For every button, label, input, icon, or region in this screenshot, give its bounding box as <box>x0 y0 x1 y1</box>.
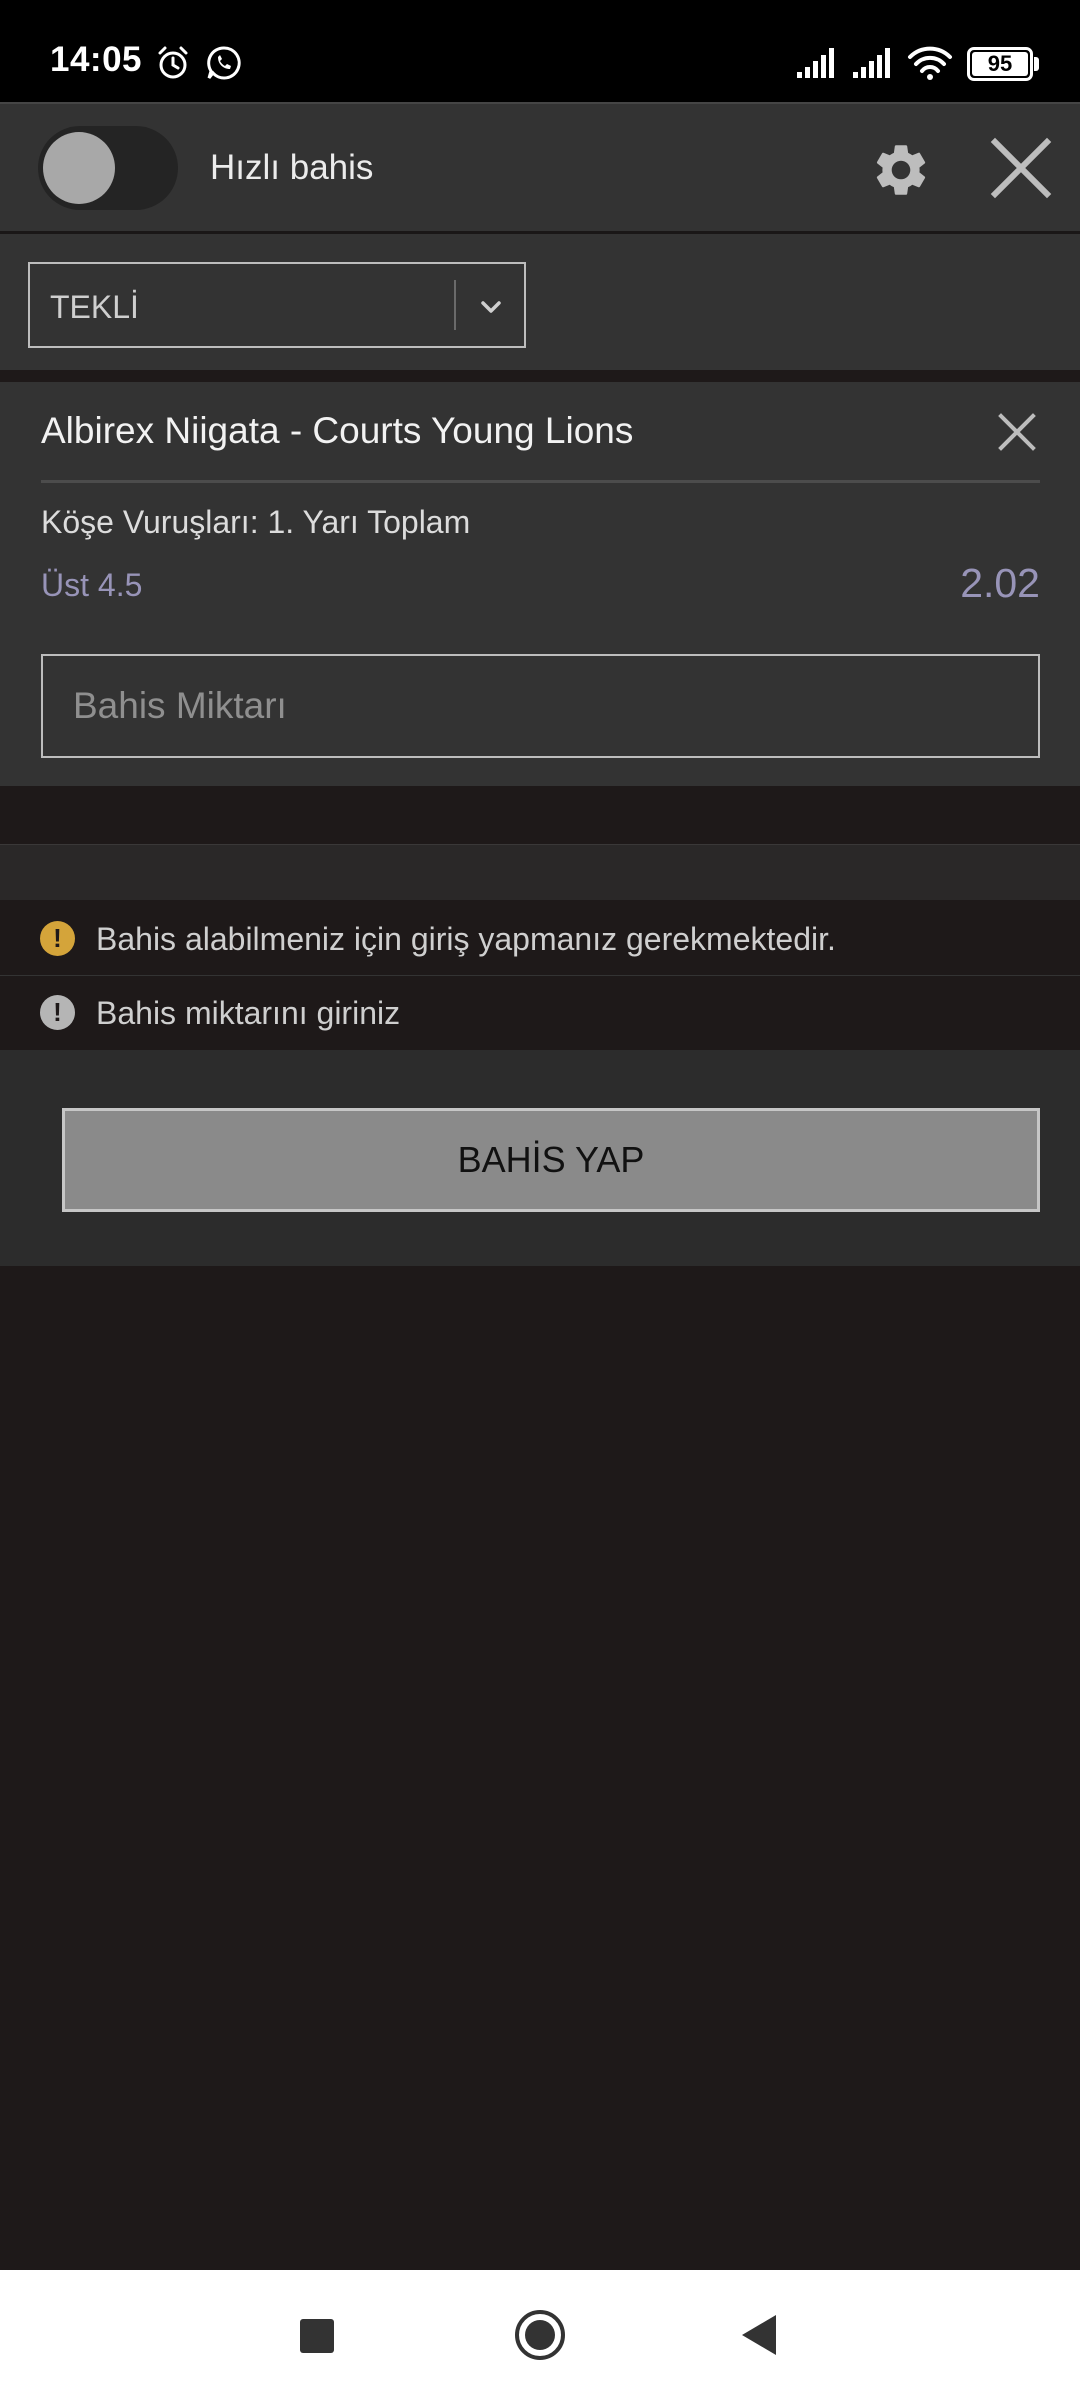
spacer <box>0 786 1080 844</box>
summary-strip <box>0 844 1080 900</box>
remove-bet-icon[interactable] <box>997 412 1037 452</box>
battery-icon: 95 <box>967 47 1033 81</box>
stake-field[interactable] <box>41 654 1040 758</box>
bet-card: Albirex Niigata - Courts Young Lions Köş… <box>0 382 1080 786</box>
quick-bet-label: Hızlı bahis <box>210 148 374 187</box>
bet-type-value: TEKLİ <box>50 289 139 325</box>
stake-warning-message: ! Bahis miktarını giriniz <box>0 976 1080 1050</box>
odds-value: 2.02 <box>960 560 1040 606</box>
bet-type-bar: TEKLİ <box>0 234 1080 376</box>
system-nav-bar <box>0 2270 1080 2400</box>
select-divider <box>454 280 456 330</box>
toggle-knob <box>43 132 115 204</box>
wifi-icon <box>908 46 952 80</box>
quick-bet-toggle[interactable] <box>38 126 178 210</box>
home-button[interactable] <box>515 2310 565 2360</box>
match-title: Albirex Niigata - Courts Young Lions <box>41 410 634 451</box>
place-bet-bar: BAHİS YAP <box>0 1050 1080 1266</box>
card-divider <box>41 480 1040 483</box>
battery-tip <box>1034 57 1039 71</box>
bet-type-select[interactable]: TEKLİ <box>28 262 526 348</box>
back-button[interactable] <box>742 2315 776 2355</box>
place-bet-button[interactable]: BAHİS YAP <box>62 1108 1040 1212</box>
signal-icon <box>853 48 890 78</box>
message-text: Bahis miktarını giriniz <box>96 995 401 1031</box>
info-icon: ! <box>40 995 75 1030</box>
battery-level: 95 <box>987 51 1013 76</box>
warning-icon: ! <box>40 921 75 956</box>
market-name: Köşe Vuruşları: 1. Yarı Toplam <box>41 504 471 540</box>
status-time: 14:05 <box>50 40 143 79</box>
message-text: Bahis alabilmeniz için giriş yapmanız ge… <box>96 921 836 957</box>
signal-icon <box>797 48 834 78</box>
chevron-down-icon <box>481 301 501 313</box>
close-icon[interactable] <box>990 137 1052 199</box>
status-bar: 14:05 95 <box>0 0 1080 102</box>
login-warning-message: ! Bahis alabilmeniz için giriş yapmanız … <box>0 902 1080 976</box>
recents-button[interactable] <box>300 2319 334 2353</box>
selection-name: Üst 4.5 <box>41 567 143 603</box>
stake-input[interactable] <box>43 656 1038 756</box>
whatsapp-icon <box>207 46 241 80</box>
alarm-icon <box>158 46 188 79</box>
gear-icon[interactable] <box>870 139 932 201</box>
betslip-header: Hızlı bahis <box>0 102 1080 234</box>
